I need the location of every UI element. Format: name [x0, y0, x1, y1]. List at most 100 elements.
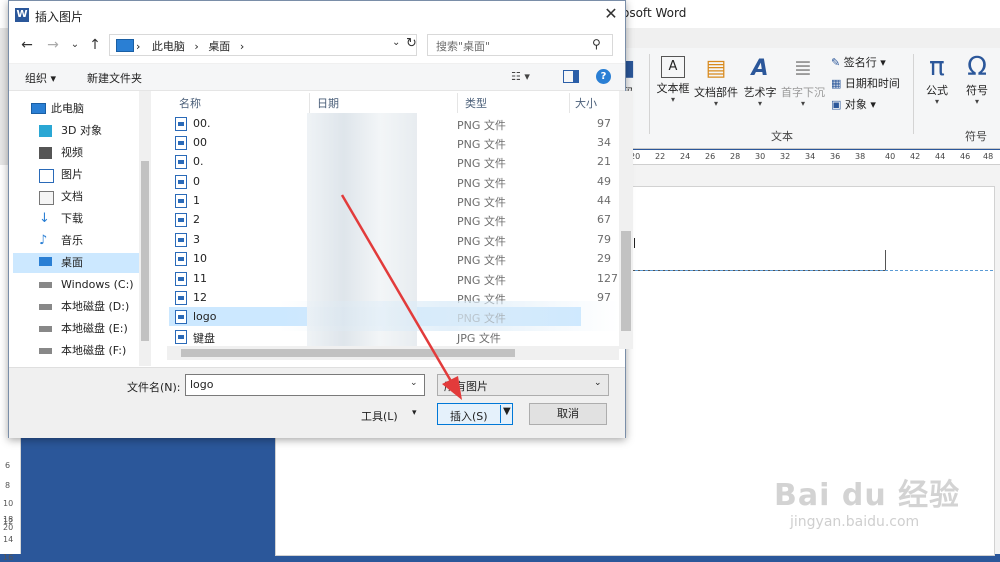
insert-picture-dialog: W 插入图片 ✕ ← → ⌄ ↑ › 此电脑 › 桌面 › ⌄ ↻ 搜索"桌面"…	[8, 0, 633, 438]
preview-pane-icon[interactable]	[563, 70, 579, 83]
wordart-button[interactable]: A 艺术字 ▾	[741, 56, 779, 108]
file-type-filter[interactable]: 所有图片 ⌄	[437, 374, 609, 396]
file-type: PNG 文件	[457, 157, 506, 170]
drive-icon	[39, 282, 52, 288]
chevron-down-icon: ▾	[757, 99, 762, 108]
ruler-tick: 40	[885, 152, 896, 161]
up-button[interactable]: ↑	[85, 35, 105, 55]
ruler-tick: 44	[935, 152, 946, 161]
docparts-button[interactable]: ▤ 文档部件 ▾	[693, 56, 739, 108]
image-file-icon	[175, 252, 187, 266]
file-size: 21	[597, 155, 611, 168]
blurred-overlay	[279, 301, 619, 331]
nav-item-pictures[interactable]: 图片	[13, 165, 149, 185]
nav-label: 此电脑	[51, 102, 84, 115]
dialog-title-bar[interactable]: W 插入图片 ✕	[9, 1, 625, 31]
nav-item-drive-e[interactable]: 本地磁盘 (E:)	[13, 319, 149, 339]
watermark-text: Bai du 经验	[774, 478, 961, 513]
close-icon[interactable]: ✕	[601, 4, 621, 24]
textbox-button[interactable]: A 文本框 ▾	[653, 56, 693, 104]
word-ribbon: ▮ 码 A 文本框 ▾ ▤ 文档部件 ▾ A 艺术字 ▾ ≣ 首字下沉 ▾ ✎ …	[623, 48, 1000, 149]
chevron-down-icon: ▾	[800, 99, 805, 108]
forward-button[interactable]: →	[43, 35, 63, 55]
recent-locations-button[interactable]: ⌄	[65, 35, 85, 55]
view-options-icon[interactable]: ☷ ▾	[511, 70, 530, 83]
file-type: PNG 文件	[457, 235, 506, 248]
nav-item-drive-c[interactable]: Windows (C:)	[13, 275, 149, 295]
chevron-down-icon[interactable]: ⌄	[410, 378, 418, 388]
file-name: 0	[193, 175, 200, 188]
column-header-type[interactable]: 类型	[465, 95, 487, 111]
column-divider[interactable]	[569, 93, 570, 113]
dialog-footer: 文件名(N): logo ⌄ 所有图片 ⌄ 工具(L) ▾ 插入(S) ▼ 取消	[9, 367, 625, 438]
nav-item-documents[interactable]: 文档	[13, 187, 149, 207]
insert-button[interactable]: 插入(S) ▼	[437, 403, 513, 425]
nav-item-music[interactable]: ♪ 音乐	[13, 231, 149, 251]
help-icon[interactable]: ?	[596, 69, 611, 84]
column-header-date[interactable]: 日期	[317, 95, 339, 111]
insert-dropdown-icon[interactable]: ▼	[503, 406, 511, 417]
column-header-size[interactable]: 大小	[575, 95, 597, 111]
new-folder-button[interactable]: 新建文件夹	[87, 70, 142, 86]
column-header-name[interactable]: 名称	[179, 95, 201, 111]
file-name: 11	[193, 272, 207, 285]
word-tab-bar	[625, 28, 1000, 49]
search-icon[interactable]: ⚲	[592, 37, 601, 51]
image-file-icon	[175, 233, 187, 247]
file-size: 79	[597, 233, 611, 246]
split-divider	[500, 405, 501, 423]
nav-item-drive-d[interactable]: 本地磁盘 (D:)	[13, 297, 149, 317]
word-app-icon: W	[15, 8, 29, 22]
breadcrumb-desktop[interactable]: 桌面	[208, 40, 230, 53]
nav-item-downloads[interactable]: ↓ 下载	[13, 209, 149, 229]
breadcrumb-separator: ›	[194, 40, 199, 53]
nav-item-this-pc[interactable]: 此电脑	[13, 99, 149, 119]
search-input[interactable]: 搜索"桌面" ⚲	[427, 34, 613, 56]
file-name: 00.	[193, 117, 211, 130]
equation-button[interactable]: π 公式 ▾	[917, 54, 957, 106]
drive-icon	[39, 326, 52, 332]
nav-label: Windows (C:)	[61, 278, 134, 291]
file-size: 67	[597, 213, 611, 226]
nav-label: 本地磁盘 (F:)	[61, 344, 127, 357]
back-button[interactable]: ←	[17, 35, 37, 55]
insert-label: 插入(S)	[450, 410, 488, 423]
ruler-tick: 20	[3, 523, 14, 532]
column-divider[interactable]	[457, 93, 458, 113]
nav-label: 本地磁盘 (E:)	[61, 322, 128, 335]
datetime-button[interactable]: ▦ 日期和时间	[831, 75, 900, 91]
filter-value: 所有图片	[444, 380, 488, 393]
nav-item-desktop[interactable]: 桌面	[13, 253, 149, 273]
signature-line-button[interactable]: ✎ 签名行 ▾	[831, 54, 886, 70]
cancel-button[interactable]: 取消	[529, 403, 607, 425]
ruler-tick: 26	[705, 152, 716, 161]
nav-item-3d-objects[interactable]: 3D 对象	[13, 121, 149, 141]
navigation-pane: 此电脑 3D 对象 视频 图片 文档 ↓ 下载 ♪ 音乐 桌面 Windows …	[9, 91, 151, 366]
ruler-tick: 22	[655, 152, 666, 161]
file-type: PNG 文件	[457, 254, 506, 267]
object-button[interactable]: ▣ 对象 ▾	[831, 96, 876, 112]
column-divider[interactable]	[309, 93, 310, 113]
horizontal-scroll-thumb[interactable]	[181, 349, 515, 357]
nav-item-videos[interactable]: 视频	[13, 143, 149, 163]
filename-field[interactable]: logo ⌄	[185, 374, 425, 396]
search-placeholder: 搜索"桌面"	[436, 40, 491, 53]
symbol-button[interactable]: Ω 符号 ▾	[959, 54, 995, 106]
address-bar[interactable]: › 此电脑 › 桌面 › ⌄ ↻	[109, 34, 417, 56]
header-region[interactable]	[630, 250, 886, 271]
breadcrumb-this-pc[interactable]: 此电脑	[152, 40, 185, 53]
file-name: 1	[193, 194, 200, 207]
chevron-down-icon[interactable]: ⌄	[392, 37, 400, 48]
file-size: 34	[597, 136, 611, 149]
tools-button[interactable]: 工具(L)	[361, 408, 398, 424]
nav-label: 3D 对象	[61, 124, 102, 137]
object-icon: ▣	[831, 98, 842, 111]
nav-scroll-thumb[interactable]	[141, 161, 149, 341]
refresh-icon[interactable]: ↻	[406, 36, 417, 51]
nav-item-drive-f[interactable]: 本地磁盘 (F:)	[13, 341, 149, 361]
chevron-down-icon[interactable]: ▾	[412, 408, 417, 418]
vertical-scroll-thumb[interactable]	[621, 231, 631, 331]
organize-button[interactable]: 组织 ▾	[25, 70, 56, 86]
dropcap-button[interactable]: ≣ 首字下沉 ▾	[781, 56, 825, 108]
file-size: 49	[597, 175, 611, 188]
